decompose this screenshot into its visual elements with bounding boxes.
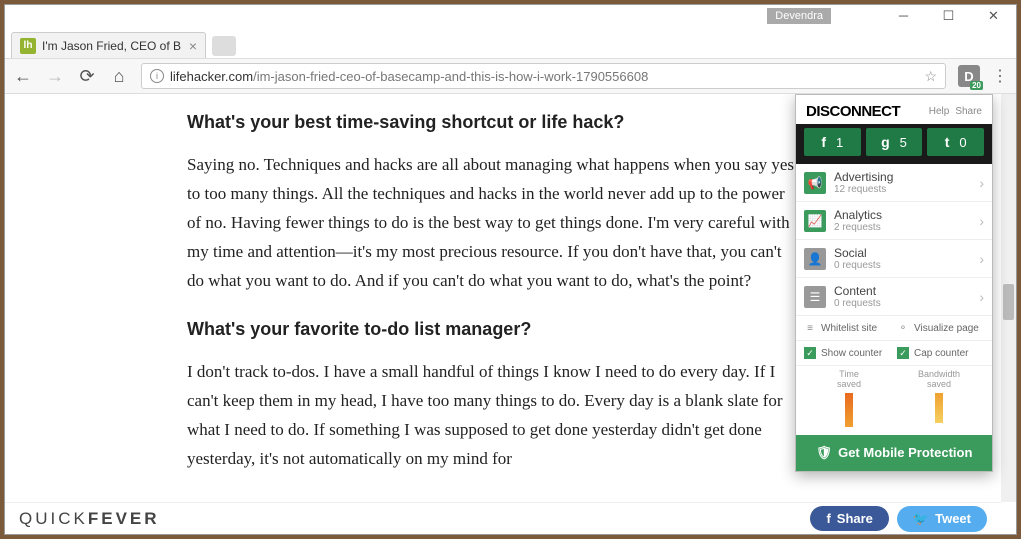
maximize-button[interactable]: ☐ [926, 5, 971, 26]
facebook-icon: f [826, 511, 830, 526]
cap-counter-checkbox[interactable]: ✓Cap counter [897, 347, 984, 359]
category-name: Social [834, 246, 971, 260]
reload-button[interactable]: ⟳ [77, 66, 97, 87]
chrome-menu-button[interactable]: ⋮ [992, 66, 1008, 86]
popup-header: DISCONNECT Help Share [796, 95, 992, 124]
popup-social-badges: f1 g5 t0 [796, 124, 992, 164]
new-tab-button[interactable] [212, 36, 236, 56]
checkbox-checked-icon: ✓ [897, 347, 909, 359]
article-body: What's your best time-saving shortcut or… [187, 112, 797, 498]
get-mobile-protection-button[interactable]: 🛡Get Mobile Protection [796, 435, 992, 471]
site-brand: QUICKFEVER [19, 509, 160, 529]
chevron-right-icon: › [979, 175, 984, 191]
category-content[interactable]: ☰ Content0 requests › [796, 278, 992, 316]
badge-google[interactable]: g5 [866, 128, 923, 156]
category-name: Content [834, 284, 971, 298]
url-text: lifehacker.com/im-jason-fried-ceo-of-bas… [170, 69, 918, 84]
show-counter-checkbox[interactable]: ✓Show counter [804, 347, 891, 359]
favicon-icon: lh [20, 38, 36, 54]
graph-icon: ⚬ [897, 322, 909, 334]
category-requests: 0 requests [834, 298, 971, 309]
chevron-right-icon: › [979, 289, 984, 305]
window-titlebar: Devendra ─ ☐ ✕ [5, 5, 1016, 26]
scroll-thumb[interactable] [1003, 284, 1014, 320]
facebook-share-button[interactable]: fShare [810, 506, 888, 531]
category-icon: 👤 [804, 248, 826, 270]
minimize-button[interactable]: ─ [881, 5, 926, 26]
vertical-scrollbar[interactable] [1001, 94, 1016, 502]
forward-button[interactable]: → [45, 66, 65, 87]
article-paragraph-1: Saying no. Techniques and hacks are all … [187, 151, 797, 295]
visualize-page-option[interactable]: ⚬Visualize page [897, 322, 984, 334]
chevron-right-icon: › [979, 213, 984, 229]
close-tab-icon[interactable]: × [189, 38, 197, 54]
browser-window: Devendra ─ ☐ ✕ lh I'm Jason Fried, CEO o… [4, 4, 1017, 535]
checkbox-checked-icon: ✓ [804, 347, 816, 359]
close-window-button[interactable]: ✕ [971, 5, 1016, 26]
facebook-f-icon: f [821, 134, 826, 150]
popup-options-row: ≡Whitelist site ⚬Visualize page [796, 316, 992, 341]
google-g-icon: g [881, 134, 890, 150]
list-icon: ≡ [804, 322, 816, 334]
article-paragraph-2: I don't track to-dos. I have a small han… [187, 358, 797, 474]
popup-share-link[interactable]: Share [955, 106, 982, 117]
user-badge: Devendra [767, 8, 831, 24]
popup-checks-row: ✓Show counter ✓Cap counter [796, 341, 992, 366]
category-icon: 📈 [804, 210, 826, 232]
disconnect-popup: DISCONNECT Help Share f1 g5 t0 📢 Advertis… [795, 94, 993, 472]
category-advertising[interactable]: 📢 Advertising12 requests › [796, 164, 992, 202]
extension-badge: 20 [970, 81, 983, 90]
shield-icon: 🛡 [816, 445, 833, 461]
disconnect-extension-icon[interactable]: D 20 [958, 65, 980, 87]
tab-title: I'm Jason Fried, CEO of B [42, 39, 183, 53]
article-heading-2: What's your favorite to-do list manager? [187, 319, 797, 340]
footer-bar: QUICKFEVER fShare 🐦Tweet [5, 502, 1001, 534]
badge-facebook[interactable]: f1 [804, 128, 861, 156]
popup-graphs: Timesaved Bandwidthsaved [796, 366, 992, 435]
page-content: What's your best time-saving shortcut or… [5, 94, 1016, 534]
twitter-tweet-button[interactable]: 🐦Tweet [897, 506, 987, 532]
twitter-icon: 🐦 [913, 511, 929, 527]
tab-strip: lh I'm Jason Fried, CEO of B × [5, 26, 1016, 58]
back-button[interactable]: ← [13, 66, 33, 87]
browser-toolbar: ← → ⟳ ⌂ i lifehacker.com/im-jason-fried-… [5, 58, 1016, 94]
bookmark-star-icon[interactable]: ☆ [924, 68, 937, 85]
category-name: Advertising [834, 170, 971, 184]
address-bar[interactable]: i lifehacker.com/im-jason-fried-ceo-of-b… [141, 63, 946, 89]
category-requests: 0 requests [834, 260, 971, 271]
category-requests: 12 requests [834, 184, 971, 195]
popup-help-link[interactable]: Help [929, 106, 950, 117]
chevron-right-icon: › [979, 251, 984, 267]
home-button[interactable]: ⌂ [109, 66, 129, 87]
category-name: Analytics [834, 208, 971, 222]
browser-tab[interactable]: lh I'm Jason Fried, CEO of B × [11, 32, 206, 58]
category-social[interactable]: 👤 Social0 requests › [796, 240, 992, 278]
category-icon: 📢 [804, 172, 826, 194]
whitelist-site-option[interactable]: ≡Whitelist site [804, 322, 891, 334]
popup-title: DISCONNECT [806, 103, 923, 120]
category-analytics[interactable]: 📈 Analytics2 requests › [796, 202, 992, 240]
category-requests: 2 requests [834, 222, 971, 233]
category-icon: ☰ [804, 286, 826, 308]
twitter-t-icon: t [945, 134, 950, 150]
time-saved-graph: Timesaved [804, 370, 894, 427]
bandwidth-saved-graph: Bandwidthsaved [894, 370, 984, 427]
site-info-icon[interactable]: i [150, 69, 164, 83]
badge-twitter[interactable]: t0 [927, 128, 984, 156]
article-heading-1: What's your best time-saving shortcut or… [187, 112, 797, 133]
